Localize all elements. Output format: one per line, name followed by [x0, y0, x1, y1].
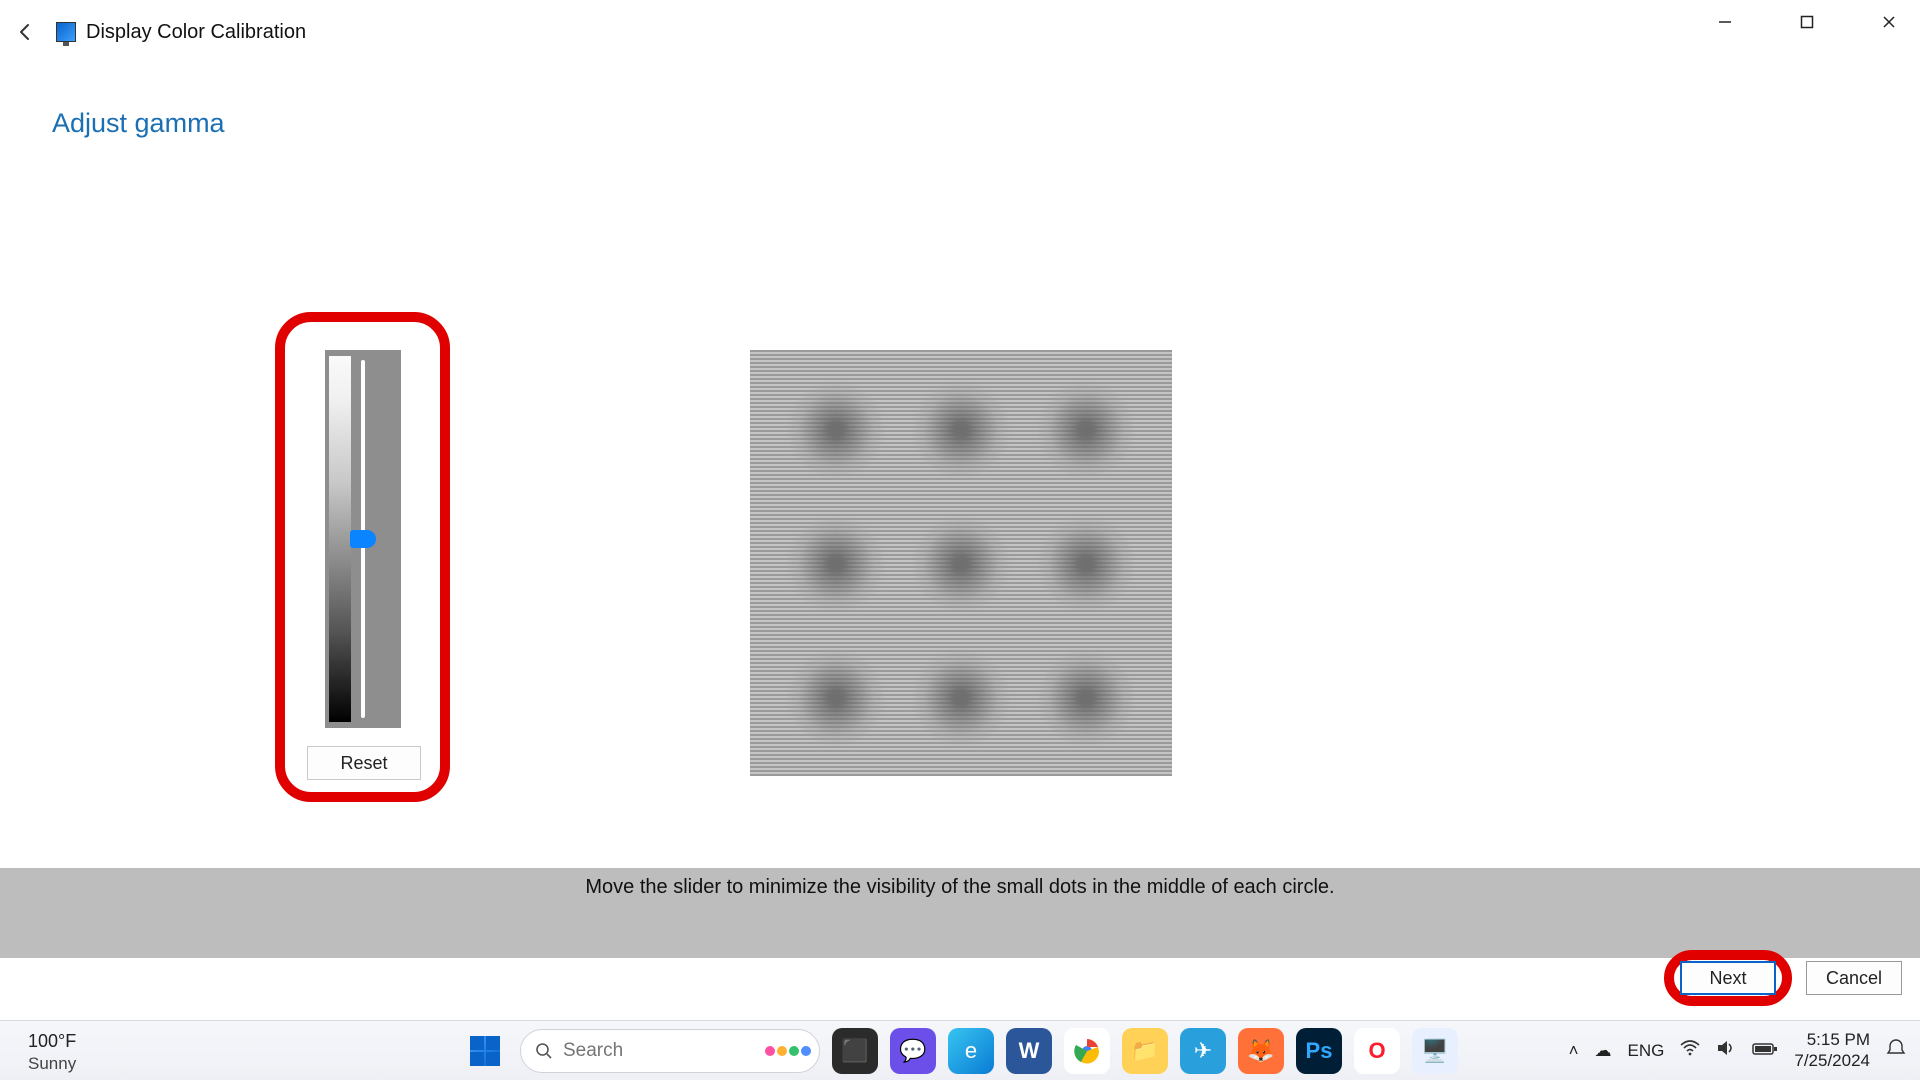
gamma-dot	[1040, 518, 1132, 610]
search-decoration-icon	[765, 1046, 811, 1056]
gamma-preview-pattern	[750, 350, 1172, 776]
taskbar-center: ⬛ 💬 e W 📁 ✈ 🦊 Ps O 🖥️	[462, 1028, 1458, 1074]
wifi-icon[interactable]	[1680, 1040, 1700, 1061]
reset-button[interactable]: Reset	[307, 746, 421, 780]
gamma-dot	[915, 652, 1007, 744]
search-icon	[535, 1042, 553, 1060]
taskbar-app-chrome[interactable]	[1064, 1028, 1110, 1074]
next-button[interactable]: Next	[1680, 961, 1776, 995]
notifications-icon[interactable]	[1886, 1038, 1906, 1063]
taskbar-app-telegram[interactable]: ✈	[1180, 1028, 1226, 1074]
taskbar-app-explorer[interactable]: 📁	[1122, 1028, 1168, 1074]
gamma-slider-panel	[325, 350, 401, 728]
instruction-bar: Move the slider to minimize the visibili…	[0, 868, 1920, 958]
wizard-footer: Next Cancel	[1664, 950, 1902, 1006]
language-indicator[interactable]: ENG	[1628, 1041, 1665, 1061]
clock-time: 5:15 PM	[1794, 1030, 1870, 1050]
taskbar-app-taskview[interactable]: ⬛	[832, 1028, 878, 1074]
page-heading: Adjust gamma	[52, 108, 225, 139]
taskbar-search[interactable]	[520, 1029, 820, 1073]
gamma-slider-thumb[interactable]	[350, 530, 376, 548]
minimize-button[interactable]	[1702, 6, 1748, 38]
gamma-dot	[1040, 384, 1132, 476]
instruction-text: Move the slider to minimize the visibili…	[585, 876, 1334, 899]
gamma-dot	[915, 518, 1007, 610]
taskbar-weather[interactable]: 100°F Sunny	[28, 1030, 76, 1074]
taskbar-clock[interactable]: 5:15 PM 7/25/2024	[1794, 1030, 1870, 1071]
taskbar-app-edge[interactable]: e	[948, 1028, 994, 1074]
volume-icon[interactable]	[1716, 1039, 1736, 1062]
titlebar: Display Color Calibration	[0, 0, 1920, 64]
app-icon	[56, 22, 76, 42]
taskbar-app-calibration[interactable]: 🖥️	[1412, 1028, 1458, 1074]
close-button[interactable]	[1866, 6, 1912, 38]
taskbar: 100°F Sunny ⬛ 💬 e W 📁 ✈ 🦊 Ps O 🖥️	[0, 1020, 1920, 1080]
taskbar-search-input[interactable]	[563, 1040, 713, 1062]
gamma-dot	[915, 384, 1007, 476]
window-title: Display Color Calibration	[86, 21, 306, 44]
window-controls	[1702, 6, 1912, 38]
next-highlight-annotation: Next	[1664, 950, 1792, 1006]
weather-condition: Sunny	[28, 1053, 76, 1074]
taskbar-app-word[interactable]: W	[1006, 1028, 1052, 1074]
weather-temperature: 100°F	[28, 1030, 76, 1053]
back-button[interactable]	[6, 12, 46, 52]
system-tray: ˄ ☁ ENG 5:15 PM 7/25/2024	[1569, 1030, 1906, 1071]
gamma-dot	[790, 384, 882, 476]
cancel-button[interactable]: Cancel	[1806, 961, 1902, 995]
maximize-button[interactable]	[1784, 6, 1830, 38]
taskbar-app-firefox[interactable]: 🦊	[1238, 1028, 1284, 1074]
tray-overflow-icon[interactable]: ˄	[1569, 1041, 1579, 1061]
gamma-gradient-bar	[329, 356, 351, 722]
battery-icon[interactable]	[1752, 1041, 1778, 1061]
clock-date: 7/25/2024	[1794, 1051, 1870, 1071]
taskbar-app-opera[interactable]: O	[1354, 1028, 1400, 1074]
gamma-dot	[1040, 652, 1132, 744]
taskbar-app-chat[interactable]: 💬	[890, 1028, 936, 1074]
gamma-dot	[790, 652, 882, 744]
gamma-dot	[790, 518, 882, 610]
start-button[interactable]	[462, 1028, 508, 1074]
taskbar-app-photoshop[interactable]: Ps	[1296, 1028, 1342, 1074]
onedrive-icon[interactable]: ☁	[1595, 1041, 1612, 1061]
